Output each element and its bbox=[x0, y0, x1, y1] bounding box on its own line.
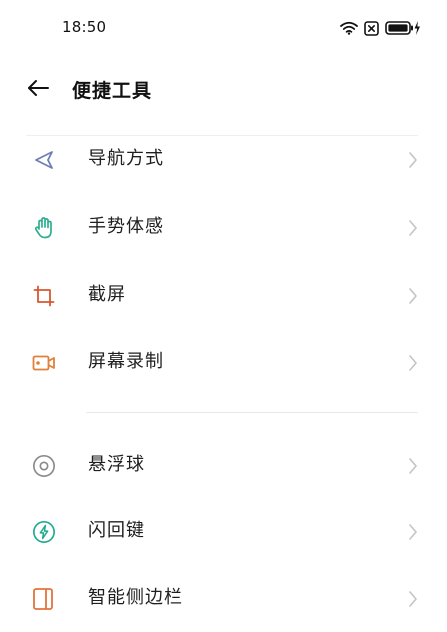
screen-record-icon bbox=[32, 351, 56, 375]
menu-item-label: 智能侧边栏 bbox=[88, 587, 183, 608]
header: 便捷工具 bbox=[0, 64, 447, 116]
floating-ball-icon bbox=[32, 454, 56, 478]
back-arrow-icon bbox=[27, 79, 49, 101]
group-divider bbox=[86, 412, 418, 413]
page-title: 便捷工具 bbox=[72, 80, 153, 102]
menu-item-floating-ball[interactable]: 悬浮球 bbox=[0, 433, 447, 499]
menu-item-label: 屏幕录制 bbox=[88, 351, 164, 372]
chevron-right-icon bbox=[407, 217, 419, 239]
flash-back-key-icon bbox=[32, 520, 56, 544]
menu-item-label: 悬浮球 bbox=[88, 454, 145, 475]
crop-screenshot-icon bbox=[32, 284, 56, 308]
status-icons bbox=[340, 19, 421, 37]
back-button[interactable] bbox=[20, 74, 56, 106]
hand-gesture-icon bbox=[32, 216, 56, 240]
chevron-right-icon bbox=[407, 285, 419, 307]
menu-item-label: 闪回键 bbox=[88, 520, 145, 541]
menu-item-gesture-motion[interactable]: 手势体感 bbox=[0, 195, 447, 261]
menu-item-smart-sidebar[interactable]: 智能侧边栏 bbox=[0, 566, 447, 632]
menu-item-label: 手势体感 bbox=[88, 216, 164, 237]
chevron-right-icon bbox=[407, 455, 419, 477]
smart-sidebar-icon bbox=[32, 587, 56, 611]
battery-charging-icon bbox=[385, 20, 421, 36]
wifi-icon bbox=[340, 21, 358, 35]
no-sim-icon bbox=[364, 20, 379, 36]
menu-item-navigation-mode[interactable]: 导航方式 bbox=[0, 127, 447, 193]
status-time: 18:50 bbox=[62, 18, 107, 36]
chevron-right-icon bbox=[407, 521, 419, 543]
menu-item-label: 截屏 bbox=[88, 284, 126, 305]
menu-item-label: 导航方式 bbox=[88, 148, 164, 169]
menu-item-screenshot[interactable]: 截屏 bbox=[0, 263, 447, 329]
menu-item-screen-recording[interactable]: 屏幕录制 bbox=[0, 330, 447, 396]
menu-item-flash-back-key[interactable]: 闪回键 bbox=[0, 499, 447, 565]
chevron-right-icon bbox=[407, 588, 419, 610]
chevron-right-icon bbox=[407, 149, 419, 171]
status-bar: 18:50 bbox=[0, 0, 447, 56]
chevron-right-icon bbox=[407, 352, 419, 374]
navigation-arrow-icon bbox=[32, 148, 56, 172]
